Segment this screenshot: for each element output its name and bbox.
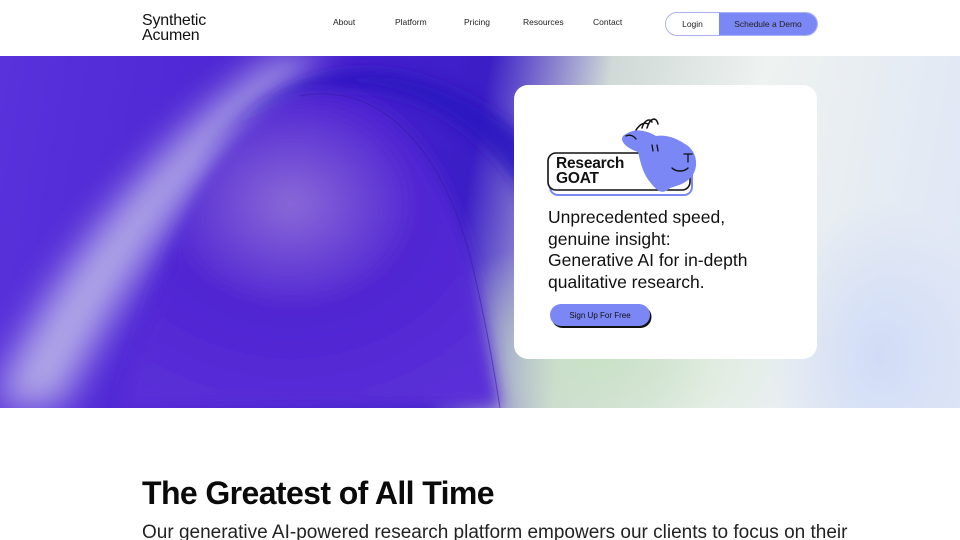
login-button[interactable]: Login bbox=[666, 13, 719, 35]
tagline-line: genuine insight: bbox=[548, 228, 671, 249]
auth-buttons: Login Schedule a Demo bbox=[665, 12, 818, 36]
nav-contact[interactable]: Contact bbox=[593, 17, 622, 27]
nav-pricing[interactable]: Pricing bbox=[464, 17, 490, 27]
section-title: The Greatest of All Time bbox=[142, 475, 495, 511]
badge-line2: GOAT bbox=[556, 170, 599, 187]
logo-line2: Acumen bbox=[142, 27, 200, 44]
hero-tagline: Unprecedented speed, genuine insight: Ge… bbox=[548, 207, 808, 293]
nav-resources[interactable]: Resources bbox=[523, 17, 564, 27]
nav-about[interactable]: About bbox=[333, 17, 355, 27]
section-body: Our generative AI-powered research platf… bbox=[142, 522, 848, 540]
tagline-line: Generative AI for in-depth bbox=[548, 250, 748, 270]
badge-label: Research GOAT bbox=[556, 155, 625, 187]
sign-up-button[interactable]: Sign Up For Free bbox=[550, 304, 650, 326]
site-header: Synthetic Acumen About Platform Pricing … bbox=[0, 0, 960, 56]
tagline-line: qualitative research. bbox=[548, 271, 705, 292]
logo[interactable]: Synthetic Acumen bbox=[142, 12, 222, 44]
tagline-line: Unprecedented speed, bbox=[548, 207, 726, 227]
logo-line1: Synthetic bbox=[142, 12, 207, 29]
nav-platform[interactable]: Platform bbox=[395, 17, 427, 27]
badge-line1: Research bbox=[556, 155, 625, 172]
schedule-demo-button[interactable]: Schedule a Demo bbox=[719, 13, 817, 35]
